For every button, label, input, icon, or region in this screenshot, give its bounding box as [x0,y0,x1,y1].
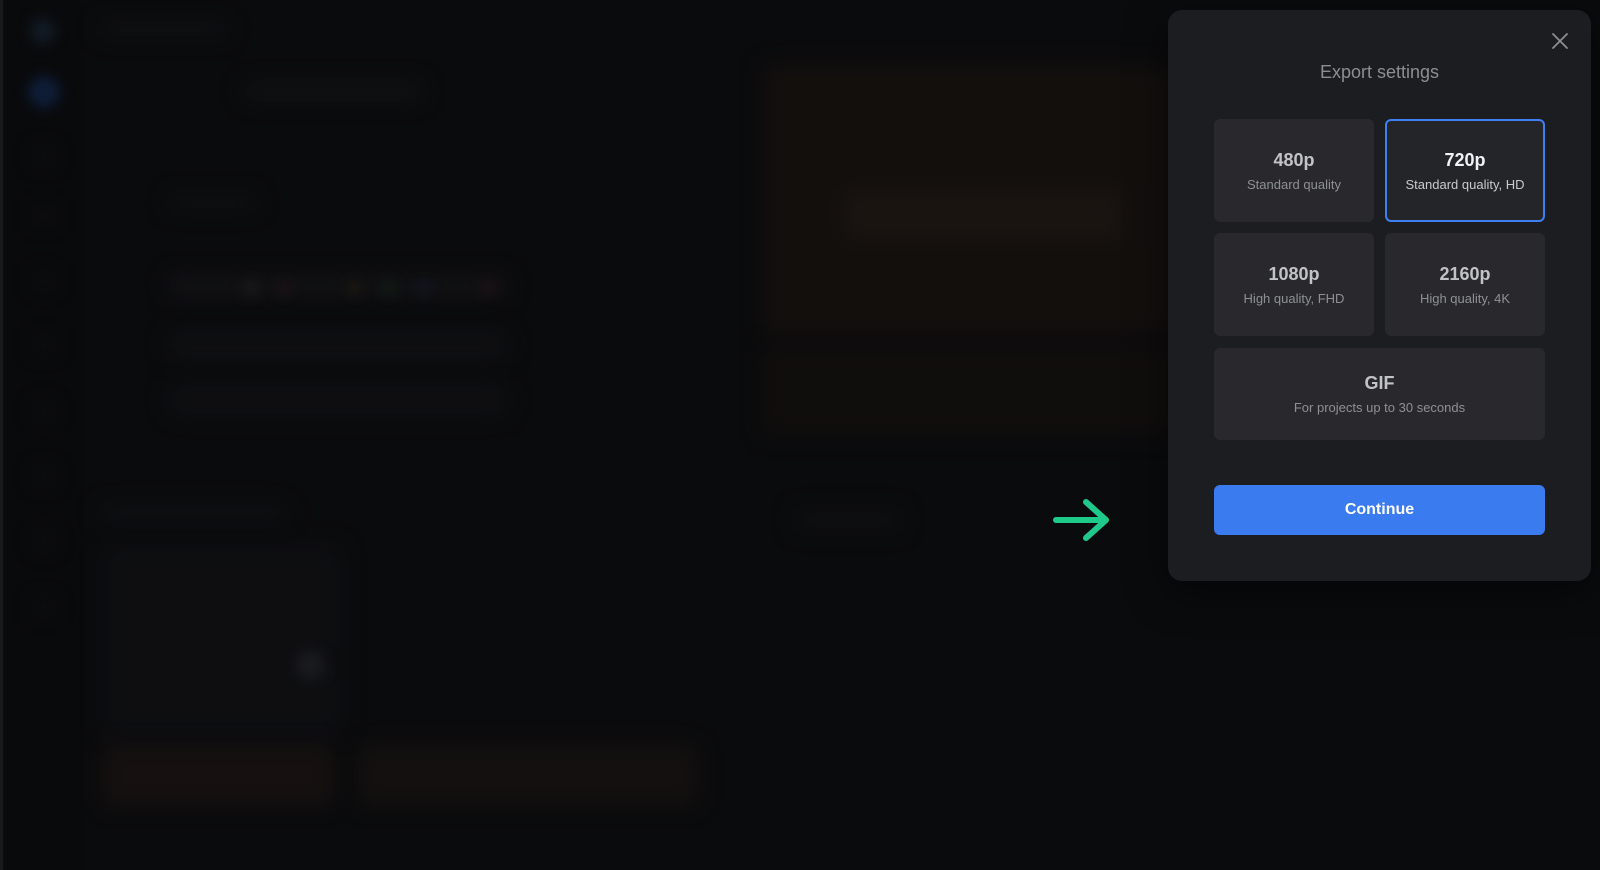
option-gif[interactable]: GIF For projects up to 30 seconds [1214,348,1545,440]
close-button[interactable] [1547,28,1573,54]
option-subtitle: High quality, 4K [1419,290,1511,306]
option-subtitle: For projects up to 30 seconds [1293,400,1466,415]
option-title: 2160p [1439,263,1491,284]
option-title: 1080p [1268,263,1320,284]
dialog-title: Export settings [1319,62,1440,82]
continue-button[interactable]: Continue [1214,485,1545,535]
option-720p[interactable]: 720p Standard quality, HD [1385,119,1545,222]
option-2160p[interactable]: 2160p High quality, 4K [1385,233,1545,336]
option-title: GIF [1364,373,1395,393]
option-subtitle: Standard quality, HD [1405,176,1525,192]
option-title: 480p [1273,149,1315,170]
option-subtitle: Standard quality [1247,176,1341,192]
option-subtitle: High quality, FHD [1243,290,1345,306]
option-1080p[interactable]: 1080p High quality, FHD [1214,233,1374,336]
arrow-right-icon [1053,499,1109,541]
export-settings-dialog: Export settings 480p Standard quality 72… [1168,10,1591,581]
option-title: 720p [1444,149,1486,170]
option-480p[interactable]: 480p Standard quality [1214,119,1374,222]
close-icon [1552,33,1568,49]
